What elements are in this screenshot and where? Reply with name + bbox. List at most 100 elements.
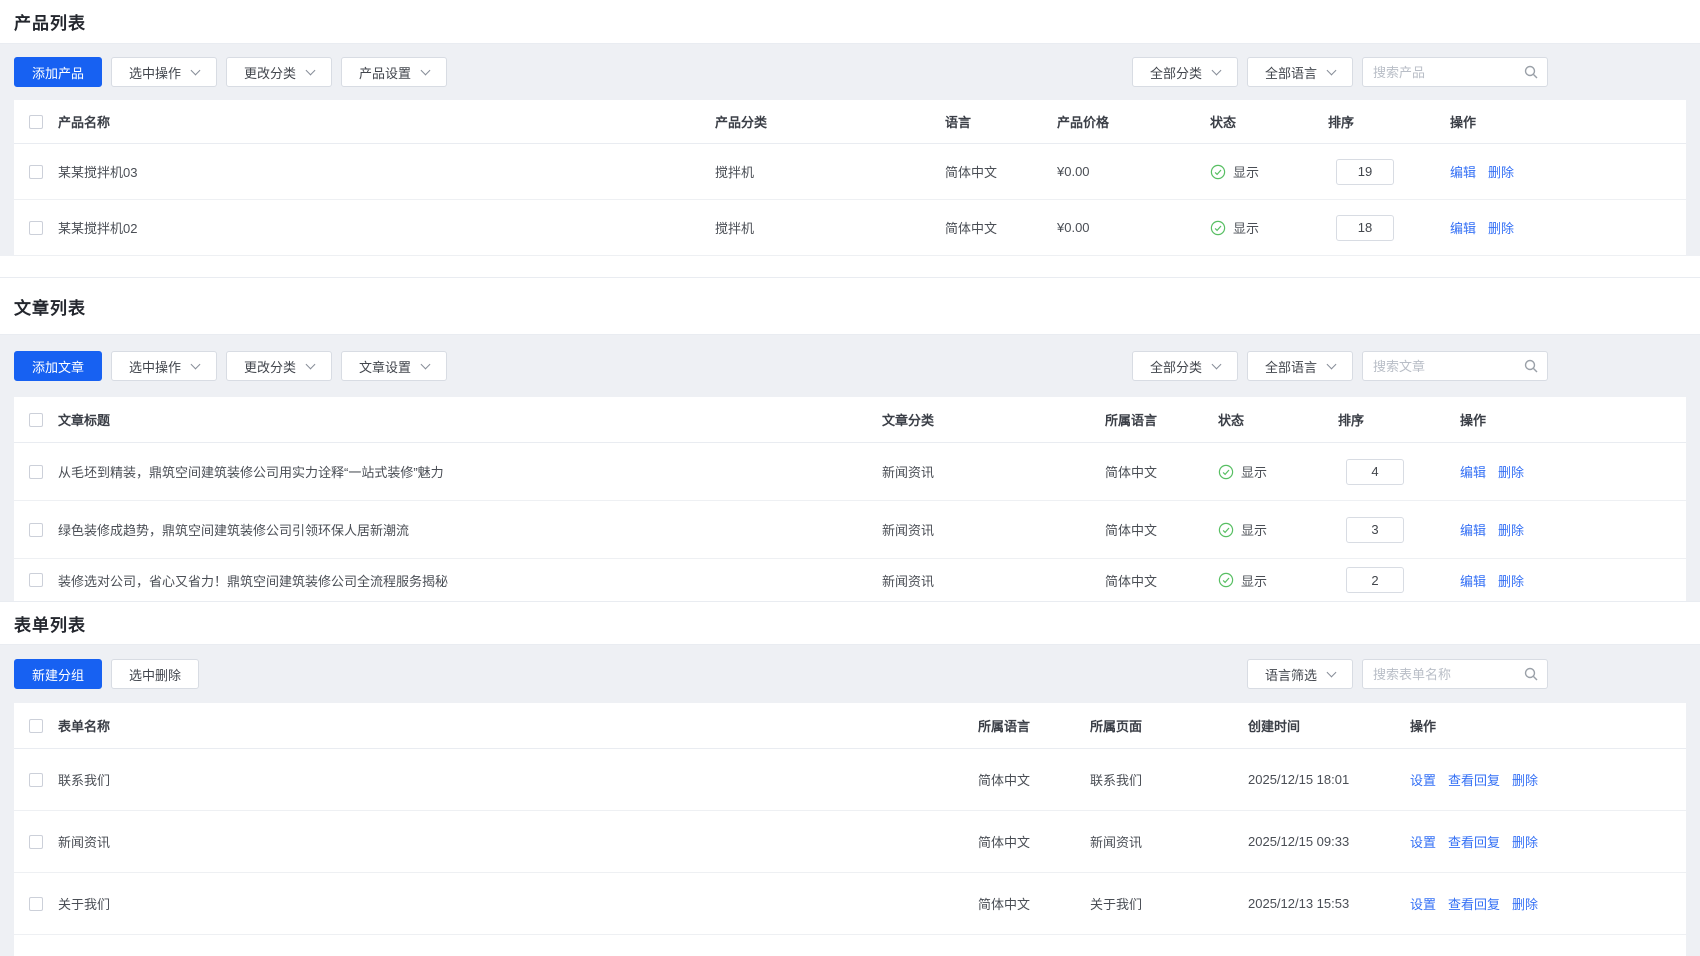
product-settings-dropdown[interactable]: 产品设置 [341,57,447,87]
sort-input[interactable] [1346,517,1404,543]
dropdown-label: 全部语言 [1265,357,1317,376]
column-header: 排序 [1328,112,1450,131]
row-actions: 编辑删除 [1460,462,1686,481]
view-replies-link[interactable]: 查看回复 [1448,832,1500,851]
cell-text: 简体中文 [945,218,1057,237]
products-language-filter-dropdown[interactable]: 全部语言 [1247,57,1353,87]
dropdown-label: 更改分类 [244,63,296,82]
select-all-checkbox[interactable] [29,115,43,129]
delete-link[interactable]: 删除 [1498,462,1524,481]
column-header: 文章标题 [58,410,882,429]
select-all-checkbox[interactable] [29,413,43,427]
row-checkbox[interactable] [29,221,43,235]
forms-language-filter-dropdown[interactable]: 语言筛选 [1247,659,1353,689]
dropdown-label: 更改分类 [244,357,296,376]
add-article-button[interactable]: 添加文章 [14,351,102,381]
add-product-button[interactable]: 添加产品 [14,57,102,87]
delete-link[interactable]: 删除 [1512,770,1538,789]
search-icon[interactable] [1523,64,1539,80]
row-checkbox[interactable] [29,573,43,587]
settings-link[interactable]: 设置 [1410,770,1436,789]
product-search-box [1362,57,1548,87]
delete-link[interactable]: 删除 [1488,218,1514,237]
column-header: 操作 [1410,716,1686,735]
articles-category-filter-dropdown[interactable]: 全部分类 [1132,351,1238,381]
cell-text: 从毛坯到精装，鼎筑空间建筑装修公司用实力诠释“一站式装修”魅力 [58,462,882,481]
cell-text: 简体中文 [978,832,1090,851]
column-header: 排序 [1338,410,1460,429]
select-all-checkbox[interactable] [29,719,43,733]
articles-language-filter-dropdown[interactable]: 全部语言 [1247,351,1353,381]
delete-link[interactable]: 删除 [1498,520,1524,539]
row-checkbox[interactable] [29,897,43,911]
status-badge: 显示 [1218,462,1338,481]
dropdown-label: 产品设置 [359,63,411,82]
view-replies-link[interactable]: 查看回复 [1448,770,1500,789]
article-settings-dropdown[interactable]: 文章设置 [341,351,447,381]
search-icon[interactable] [1523,666,1539,682]
articles-change-category-dropdown[interactable]: 更改分类 [226,351,332,381]
column-header: 操作 [1460,410,1686,429]
form-search-input[interactable] [1373,667,1523,682]
edit-link[interactable]: 编辑 [1460,571,1486,590]
sort-input[interactable] [1336,215,1394,241]
row-actions: 设置查看回复删除 [1410,832,1686,851]
settings-link[interactable]: 设置 [1410,894,1436,913]
chevron-down-icon [306,65,316,75]
chevron-down-icon [306,359,316,369]
column-header: 所属语言 [1105,410,1218,429]
row-checkbox[interactable] [29,835,43,849]
article-search-input[interactable] [1373,359,1523,374]
row-checkbox[interactable] [29,773,43,787]
edit-link[interactable]: 编辑 [1460,462,1486,481]
settings-link[interactable]: 设置 [1410,832,1436,851]
table-row: 某某搅拌机03搅拌机简体中文¥0.00显示编辑删除 [14,144,1686,200]
chevron-down-icon [421,359,431,369]
forms-table-header: 表单名称所属语言所属页面创建时间操作 [14,703,1686,749]
edit-link[interactable]: 编辑 [1450,218,1476,237]
edit-link[interactable]: 编辑 [1450,162,1476,181]
articles-table-body: 从毛坯到精装，鼎筑空间建筑装修公司用实力诠释“一站式装修”魅力新闻资讯 简体中文 显… [14,443,1686,601]
status-check-icon [1218,522,1234,538]
forms-table: 表单名称所属语言所属页面创建时间操作 联系我们简体中文联系我们2025/12/1… [14,703,1686,956]
sort-cell [1338,517,1460,543]
row-checkbox[interactable] [29,523,43,537]
products-change-category-dropdown[interactable]: 更改分类 [226,57,332,87]
cell-text: 新闻资讯 [882,571,1105,590]
new-group-button[interactable]: 新建分组 [14,659,102,689]
cell-text: 某某搅拌机03 [58,162,715,181]
delete-link[interactable]: 删除 [1512,832,1538,851]
products-selected-action-dropdown[interactable]: 选中操作 [111,57,217,87]
delete-link[interactable]: 删除 [1498,571,1524,590]
row-checkbox[interactable] [29,165,43,179]
articles-selected-action-dropdown[interactable]: 选中操作 [111,351,217,381]
search-icon[interactable] [1523,358,1539,374]
cell-text: 2025/12/15 09:33 [1248,834,1410,849]
delete-selected-button[interactable]: 选中删除 [111,659,199,689]
column-header: 产品名称 [58,112,715,131]
dropdown-label: 选中操作 [129,63,181,82]
products-category-filter-dropdown[interactable]: 全部分类 [1132,57,1238,87]
articles-title-band: 文章列表 [0,277,1700,335]
cell-text: 简体中文 [945,162,1057,181]
column-header: 所属语言 [978,716,1090,735]
sort-input[interactable] [1346,567,1404,593]
cell-text: 简体中文 [1105,520,1218,539]
chevron-down-icon [1212,65,1222,75]
products-table: 产品名称产品分类语言产品价格状态排序操作 某某搅拌机03搅拌机简体中文¥0.00… [14,100,1686,256]
row-actions: 编辑删除 [1460,520,1686,539]
edit-link[interactable]: 编辑 [1460,520,1486,539]
forms-table-body: 联系我们简体中文联系我们2025/12/15 18:01设置查看回复删除新闻资讯… [14,749,1686,935]
products-table-body: 某某搅拌机03搅拌机简体中文¥0.00显示编辑删除某某搅拌机02搅拌机简体中文¥… [14,144,1686,256]
product-search-input[interactable] [1373,65,1523,80]
articles-section: 文章列表 添加文章 选中操作 更改分类 文章设置 [0,277,1700,601]
articles-table: 文章标题文章分类所属语言状态排序操作 从毛坯到精装，鼎筑空间建筑装修公司用实力诠… [14,397,1686,601]
delete-link[interactable]: 删除 [1488,162,1514,181]
sort-input[interactable] [1336,159,1394,185]
sort-input[interactable] [1346,459,1404,485]
view-replies-link[interactable]: 查看回复 [1448,894,1500,913]
form-search-box [1362,659,1548,689]
delete-link[interactable]: 删除 [1512,894,1538,913]
sort-cell [1338,459,1460,485]
row-checkbox[interactable] [29,465,43,479]
